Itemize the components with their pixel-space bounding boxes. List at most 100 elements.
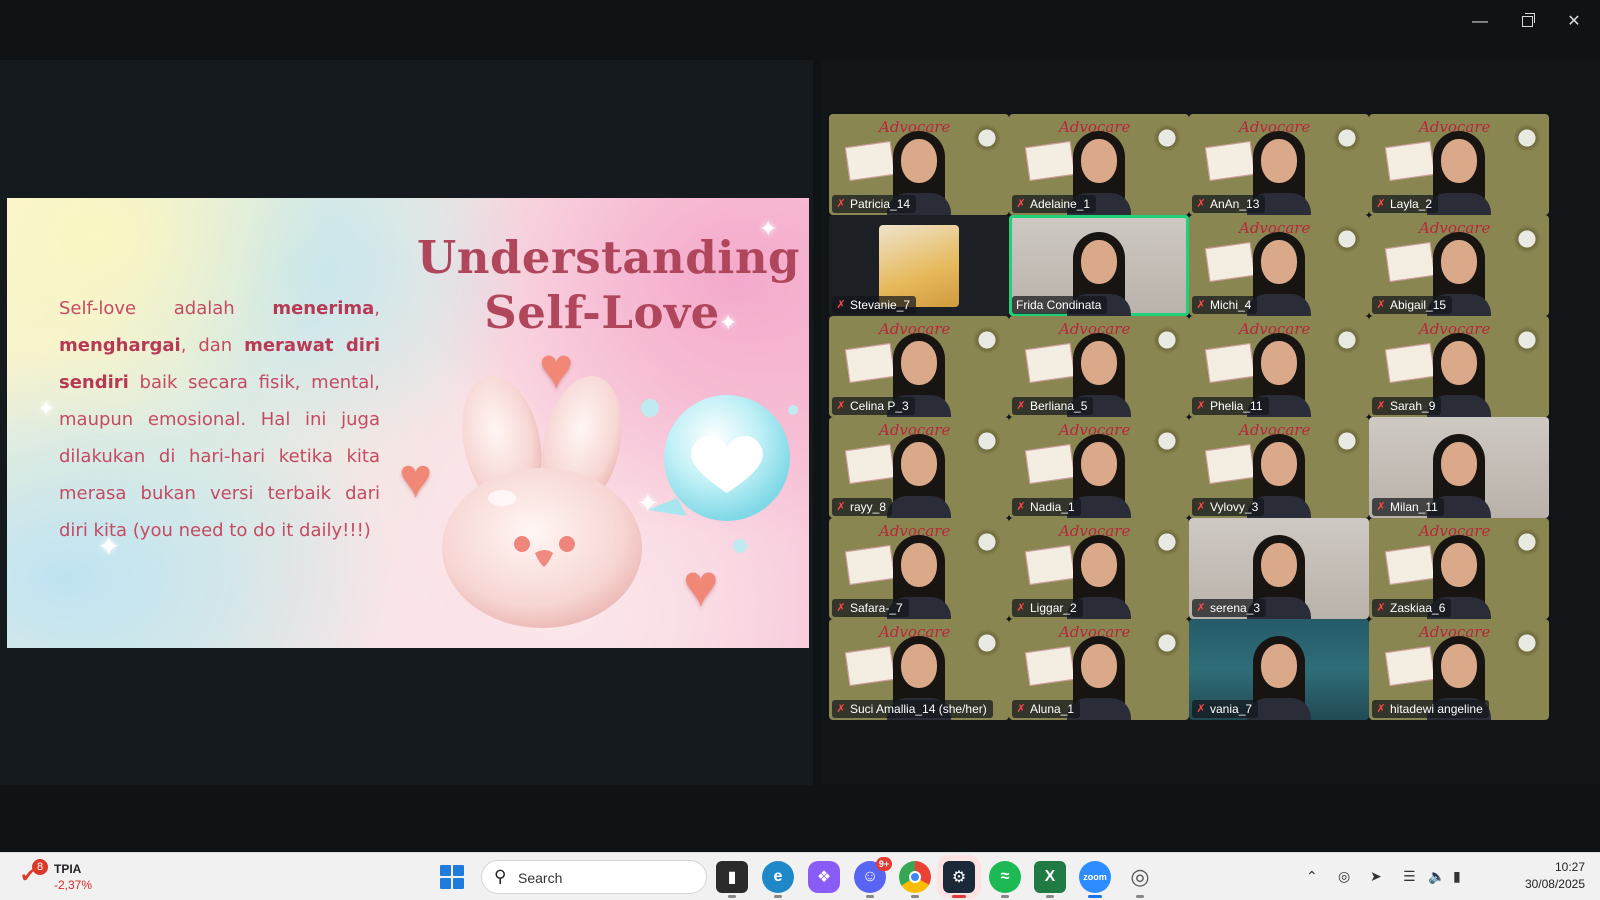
taskbar-search[interactable]: ⚲ Search [481, 860, 707, 894]
participant-name: Aluna_1 [1030, 702, 1075, 716]
participant-tile[interactable]: ✗ vania_7 [1189, 619, 1369, 720]
mic-muted-icon: ✗ [1376, 299, 1386, 311]
stock-widget[interactable]: ✔ 8 TPIA -2,37% [20, 859, 110, 895]
mic-muted-icon: ✗ [1376, 198, 1386, 210]
participant-tile[interactable]: Advocare ✗ Zaskiaa_6 [1369, 518, 1549, 619]
mic-muted-icon: ✗ [1016, 198, 1026, 210]
participant-name: hitadewi angeline [1390, 702, 1483, 716]
participant-name: Suci Amallia_14 (she/her) [850, 702, 987, 716]
mic-muted-icon: ✗ [1376, 400, 1386, 412]
participant-tile[interactable]: Advocare ✗ Aluna_1 [1009, 619, 1189, 720]
participant-tile[interactable]: Advocare ✗ Nadia_1 [1009, 417, 1189, 518]
sparkle-icon: ✦ [637, 488, 659, 518]
windows-logo-icon [440, 865, 451, 876]
mic-muted-icon: ✗ [1376, 703, 1386, 715]
participant-tile[interactable]: Advocare ✗ Liggar_2 [1009, 518, 1189, 619]
file-explorer-app[interactable]: ▮ [716, 861, 748, 898]
sparkle-icon: ✦ [97, 531, 121, 562]
discord-app[interactable]: ☺ 9+ [854, 857, 892, 898]
participant-name: Abigail_15 [1390, 298, 1447, 312]
participant-tile[interactable]: Advocare ✗ Adelaine_1 [1009, 114, 1189, 215]
participant-tile[interactable]: ✗ serena_3 [1189, 518, 1369, 619]
bubble-dot [641, 399, 659, 417]
excel-app[interactable]: X [1034, 861, 1066, 898]
participant-tile[interactable]: Advocare ✗ hitadewi angeline [1369, 619, 1549, 720]
participant-tile[interactable]: Advocare ✗ rayy_8 [829, 417, 1009, 518]
sparkle-icon: ✦ [759, 216, 778, 241]
running-indicator [911, 895, 919, 898]
chrome-app[interactable] [899, 861, 931, 898]
close-button[interactable]: ✕ [1560, 10, 1588, 34]
participant-name-tag: ✗ Michi_4 [1192, 296, 1258, 314]
participant-name: Adelaine_1 [1030, 197, 1091, 211]
maximize-button[interactable] [1513, 10, 1541, 34]
mic-muted-icon: ✗ [1016, 602, 1026, 614]
participant-tile[interactable]: Advocare ✗ Patricia_14 [829, 114, 1009, 215]
running-indicator [1136, 895, 1144, 898]
bunny-figure [442, 376, 642, 628]
mic-muted-icon: ✗ [1016, 501, 1026, 513]
spotify-app[interactable]: ≈ [989, 861, 1021, 898]
other-app[interactable]: ◎ [1124, 861, 1156, 898]
copilot-app[interactable]: ❖ [808, 861, 840, 893]
participant-name: Layla_2 [1390, 197, 1433, 211]
participant-grid: Advocare ✗ Patricia_14 Advocare ✗ Adelaine_1 A… [829, 114, 1549, 722]
participant-name-tag: ✗ Suci Amallia_14 (she/her) [832, 700, 993, 718]
participant-name: vania_7 [1210, 702, 1253, 716]
participant-tile[interactable]: ✗ Milan_11 [1369, 417, 1549, 518]
participant-tile[interactable]: Advocare ✗ Michi_4 [1189, 215, 1369, 316]
participant-name: Zaskiaa_6 [1390, 601, 1446, 615]
sparkle-icon: ✦ [719, 310, 738, 335]
chevron-up-icon[interactable]: ⌃ [1306, 868, 1318, 885]
mic-muted-icon: ✗ [1196, 400, 1206, 412]
steam-app[interactable]: ⚙ [937, 855, 981, 899]
windows-logo-icon [440, 878, 451, 889]
participant-tile[interactable]: Advocare ✗ Sarah_9 [1369, 316, 1549, 417]
participant-tile[interactable]: Advocare ✗ AnAn_13 [1189, 114, 1369, 215]
search-placeholder: Search [518, 870, 563, 886]
participant-name: rayy_8 [850, 500, 887, 514]
participant-tile[interactable]: Advocare ✗ Layla_2 [1369, 114, 1549, 215]
participant-tile[interactable]: Advocare ✗ Berliana_5 [1009, 316, 1189, 417]
volume-icon[interactable]: 🔈 [1428, 868, 1445, 885]
participant-tile[interactable]: Advocare ✗ Suci Amallia_14 (she/her) [829, 619, 1009, 720]
mic-muted-icon: ✗ [836, 501, 846, 513]
heart-icon: ♥ [683, 552, 719, 619]
edge-app[interactable]: e [762, 861, 794, 898]
zoom-app[interactable]: zoom [1079, 861, 1111, 898]
participant-tile[interactable]: Advocare ✗ Abigail_15 [1369, 215, 1549, 316]
participant-name: Liggar_2 [1030, 601, 1077, 615]
minimize-button[interactable]: — [1466, 10, 1494, 34]
participant-name-tag: ✗ hitadewi angeline [1372, 700, 1489, 718]
speech-bubble-heart [647, 395, 790, 521]
tray-app-icon[interactable]: ◎ [1338, 868, 1350, 885]
edge-icon: e [773, 868, 783, 885]
participant-name-tag: ✗ Zaskiaa_6 [1372, 599, 1452, 617]
participant-name: Berliana_5 [1030, 399, 1088, 413]
chrome-icon [909, 871, 921, 883]
battery-icon[interactable]: ▮ [1453, 868, 1461, 885]
participant-tile[interactable]: Advocare ✗ Vylovy_3 [1189, 417, 1369, 518]
participant-tile[interactable]: ✗ Stevanie_7 [829, 215, 1009, 316]
participant-name: serena_3 [1210, 601, 1261, 615]
participant-tile[interactable]: Advocare ✗ Phelia_11 [1189, 316, 1369, 417]
wifi-icon[interactable]: ☰ [1403, 868, 1416, 885]
running-indicator [952, 895, 966, 898]
participant-tile[interactable]: Frida Condinata [1009, 215, 1189, 316]
start-button[interactable] [440, 865, 464, 889]
participant-tile[interactable]: Advocare ✗ Safara-_7 [829, 518, 1009, 619]
shared-slide: Understanding Self-Love Self-love adalah… [7, 198, 809, 648]
windows-logo-icon [453, 878, 464, 889]
copilot-icon: ❖ [816, 869, 832, 886]
participant-tile[interactable]: Advocare ✗ Celina P_3 [829, 316, 1009, 417]
participant-name-tag: ✗ Liggar_2 [1012, 599, 1083, 617]
taskbar-clock[interactable]: 10:27 30/08/2025 [1500, 859, 1585, 893]
mic-muted-icon: ✗ [1196, 501, 1206, 513]
target-icon: ◎ [1130, 864, 1150, 889]
participant-name-tag: ✗ Milan_11 [1372, 498, 1444, 516]
participant-name-tag: ✗ Nadia_1 [1012, 498, 1081, 516]
participant-name-tag: Frida Condinata [1012, 296, 1108, 314]
participant-name-tag: ✗ Celina P_3 [832, 397, 915, 415]
tray-network-app-icon[interactable]: ➤ [1370, 868, 1382, 885]
mic-muted-icon: ✗ [1376, 602, 1386, 614]
